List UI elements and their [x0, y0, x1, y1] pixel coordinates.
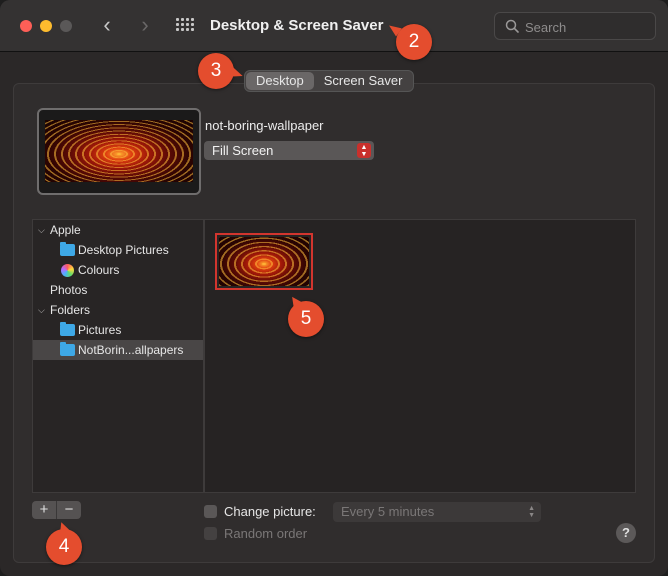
source-item-desktop-pictures[interactable]: Desktop Pictures: [33, 240, 203, 260]
help-button[interactable]: ?: [616, 523, 636, 543]
interval-value: Every 5 minutes: [341, 504, 435, 519]
add-remove-control: + −: [32, 501, 81, 519]
source-label: Photos: [50, 283, 88, 297]
annotation-badge-3: 3: [198, 53, 234, 89]
search-input[interactable]: [525, 18, 650, 36]
source-label: Pictures: [78, 323, 122, 337]
annotation-badge-2: 2: [396, 24, 432, 60]
select-arrows-icon: ▲ ▼: [528, 505, 535, 519]
wallpaper-thumbnail-image: [219, 237, 309, 286]
folder-icon: [60, 342, 75, 356]
folder-icon: [60, 322, 75, 336]
window-title: Desktop & Screen Saver: [210, 17, 384, 34]
title-bar: ‹ › Desktop & Screen Saver: [0, 0, 668, 52]
current-wallpaper-preview: [37, 108, 201, 195]
source-item-colours[interactable]: Colours: [33, 260, 203, 280]
chevron-down-icon[interactable]: ⌵: [38, 300, 45, 320]
random-order-checkbox[interactable]: [204, 527, 217, 540]
wallpaper-image: [45, 120, 193, 182]
change-interval-select[interactable]: Every 5 minutes ▲ ▼: [333, 502, 541, 522]
chevron-down-icon[interactable]: ⌵: [38, 220, 45, 240]
forward-button[interactable]: ›: [133, 14, 157, 38]
random-order-label: Random order: [224, 526, 308, 541]
source-label: Desktop Pictures: [78, 243, 169, 257]
source-group-folders[interactable]: ⌵ Folders: [33, 300, 203, 320]
show-all-grid-icon[interactable]: [176, 18, 194, 33]
zoom-window-button[interactable]: [60, 20, 72, 32]
source-label: Apple: [50, 223, 81, 237]
source-label: NotBorin...allpapers: [78, 343, 184, 357]
source-label: Folders: [50, 303, 91, 317]
source-list: ⌵ Apple Desktop Pictures Colours Photos …: [32, 219, 204, 493]
minimize-window-button[interactable]: [40, 20, 52, 32]
select-arrows-icon: ▲ ▼: [357, 143, 371, 158]
remove-folder-button[interactable]: −: [57, 501, 81, 519]
wallpaper-name: not-boring-wallpaper: [205, 118, 324, 133]
source-label: Colours: [78, 263, 120, 277]
close-window-button[interactable]: [20, 20, 32, 32]
preferences-window: ‹ › Desktop & Screen Saver Desktop Scree…: [0, 0, 668, 576]
search-icon: [505, 19, 519, 33]
wallpaper-thumbnail-selected[interactable]: [215, 233, 313, 290]
folder-icon: [60, 242, 75, 256]
annotation-badge-4: 4: [46, 529, 82, 565]
change-picture-checkbox[interactable]: [204, 505, 217, 518]
source-item-pictures[interactable]: Pictures: [33, 320, 203, 340]
add-folder-button[interactable]: +: [32, 501, 56, 519]
annotation-badge-5: 5: [288, 301, 324, 337]
tab-screen-saver[interactable]: Screen Saver: [314, 72, 413, 90]
colours-icon: [61, 264, 74, 277]
tab-desktop[interactable]: Desktop: [246, 72, 314, 90]
source-group-photos[interactable]: Photos: [33, 280, 203, 300]
source-group-apple[interactable]: ⌵ Apple: [33, 220, 203, 240]
fill-mode-select[interactable]: Fill Screen ▲ ▼: [204, 141, 374, 160]
search-field[interactable]: [494, 12, 656, 40]
change-picture-label: Change picture:: [224, 504, 316, 519]
back-button[interactable]: ‹: [95, 14, 119, 38]
wallpaper-grid: [204, 219, 636, 493]
tab-bar: Desktop Screen Saver: [244, 70, 415, 92]
source-item-notboring-wallpapers[interactable]: NotBorin...allpapers: [33, 340, 203, 360]
fill-mode-value: Fill Screen: [212, 143, 274, 158]
